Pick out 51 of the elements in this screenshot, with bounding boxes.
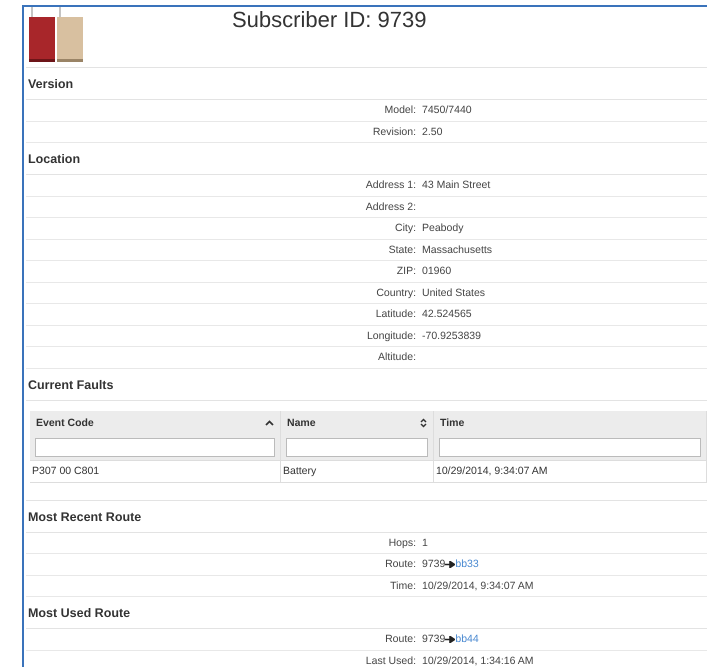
field-value: 10/29/2014, 9:34:07 AM xyxy=(422,580,535,592)
field-value: 42.524565 xyxy=(422,308,473,320)
section-heading: Current Faults xyxy=(26,368,707,400)
field-value: 9739 xyxy=(422,633,446,646)
table-cell: 10/29/2014, 9:34:07 AM xyxy=(434,460,707,482)
field-label: Model: xyxy=(383,104,417,116)
arrow-right-icon xyxy=(445,636,456,643)
field-label: Country: xyxy=(375,286,417,299)
column-header[interactable]: Time xyxy=(434,410,707,434)
field-label: City: xyxy=(394,222,417,234)
section-heading: Version xyxy=(26,68,707,100)
route-link[interactable]: bb44 xyxy=(455,633,479,646)
filter-field[interactable] xyxy=(35,438,275,456)
field-label: Last Used: xyxy=(364,654,417,667)
column-header[interactable]: Name xyxy=(281,410,434,434)
section-heading: Location xyxy=(26,143,707,175)
field-label: Time: xyxy=(389,580,417,592)
section-heading: Most Used Route xyxy=(26,597,707,629)
field-value: 2.50 xyxy=(422,126,444,138)
field-value: 7450/7440 xyxy=(422,104,473,116)
field-value: 10/29/2014, 1:34:16 AM xyxy=(422,654,535,667)
section-heading: Most Recent Route xyxy=(26,500,707,532)
field-value: Peabody xyxy=(422,222,464,234)
filter-field[interactable] xyxy=(286,438,428,456)
field-label: Route: xyxy=(384,558,417,570)
table-cell: Battery xyxy=(281,460,434,482)
field-label: Altitude: xyxy=(377,351,417,364)
field-value: 43 Main Street xyxy=(422,179,492,192)
field-value: 9739 xyxy=(422,558,446,570)
field-value: 01960 xyxy=(422,265,452,278)
column-header[interactable]: Event Code xyxy=(30,410,281,434)
route-link[interactable]: bb33 xyxy=(455,558,479,570)
field-label: Latitude: xyxy=(374,308,417,320)
field-label: State: xyxy=(388,244,417,256)
field-label: Hops: xyxy=(388,536,417,549)
field-label: Route: xyxy=(384,633,417,646)
field-label: Revision: xyxy=(372,126,417,138)
field-label: ZIP: xyxy=(396,265,417,278)
field-value: Massachusetts xyxy=(422,244,494,256)
field-label: Address 1: xyxy=(364,179,417,192)
table-cell: P307 00 C801 xyxy=(30,460,281,482)
field-value: 1 xyxy=(422,536,429,549)
arrow-right-icon xyxy=(445,560,456,568)
filter-field[interactable] xyxy=(439,438,701,456)
sort-icon[interactable] xyxy=(420,418,427,428)
field-value: -70.9253839 xyxy=(422,330,482,342)
field-value: United States xyxy=(422,286,486,299)
sort-ascending-icon[interactable] xyxy=(265,420,274,426)
field-label: Longitude: xyxy=(366,330,417,342)
page-title: Subscriber ID: 9739 xyxy=(232,7,426,34)
field-label: Address 2: xyxy=(364,200,417,213)
